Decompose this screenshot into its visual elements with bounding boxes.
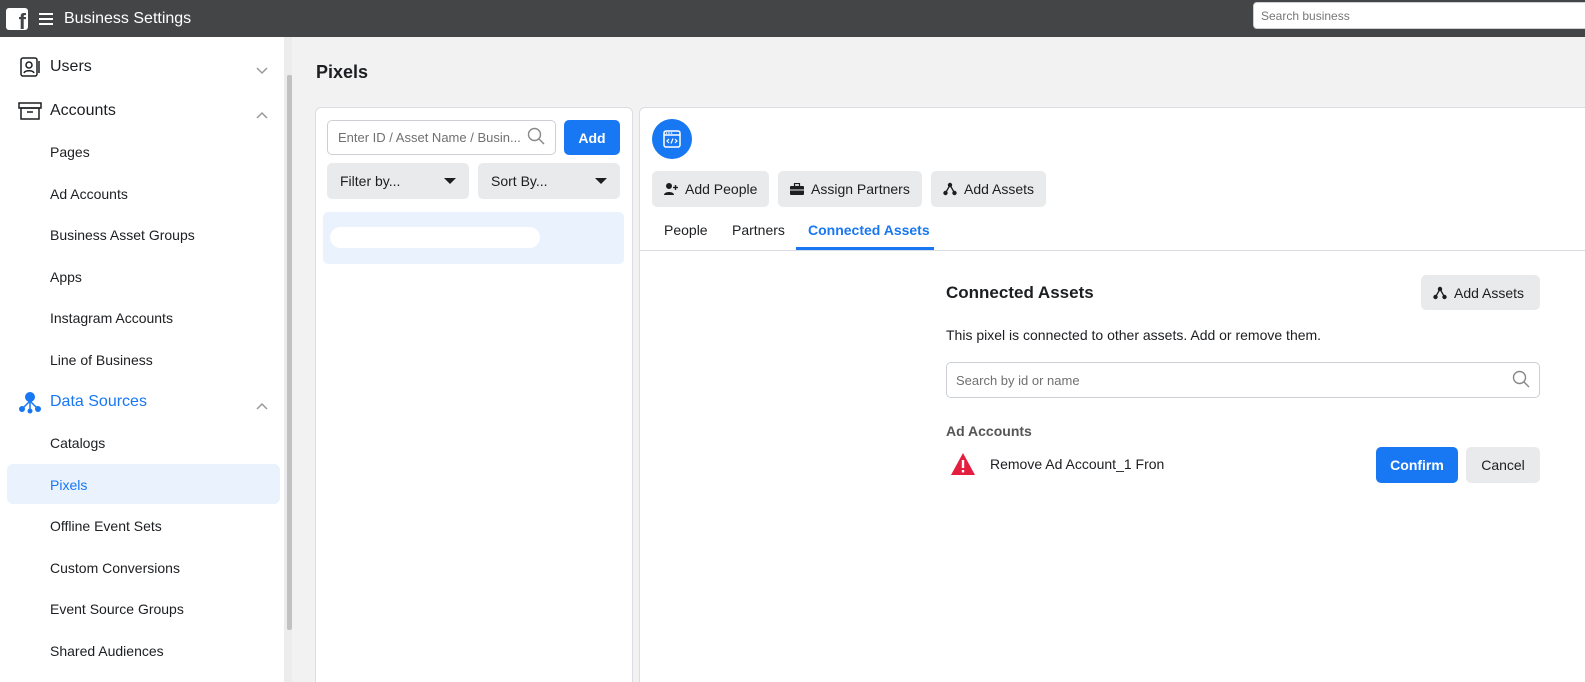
confirm-button[interactable]: Confirm bbox=[1376, 447, 1458, 483]
connected-assets-title: Connected Assets bbox=[946, 283, 1094, 302]
assets-network-icon bbox=[1433, 286, 1447, 300]
archive-box-icon bbox=[18, 99, 42, 123]
sort-dropdown[interactable]: Sort By... bbox=[478, 163, 620, 199]
sort-dropdown-label: Sort By... bbox=[491, 173, 548, 189]
sidebar-item-custom-conversions[interactable]: Custom Conversions bbox=[50, 560, 180, 576]
add-people-label: Add People bbox=[685, 181, 758, 197]
sidebar-item-ad-accounts[interactable]: Ad Accounts bbox=[50, 186, 128, 202]
asset-search-input[interactable]: Enter ID / Asset Name / Busin... bbox=[327, 120, 556, 155]
sidebar-item-catalogs[interactable]: Catalogs bbox=[50, 435, 105, 451]
facebook-logo-icon[interactable]: f bbox=[6, 7, 28, 30]
tab-partners[interactable]: Partners bbox=[732, 222, 785, 238]
sidebar-scrollbar-thumb[interactable] bbox=[287, 75, 292, 630]
business-search-placeholder: Search business bbox=[1261, 8, 1350, 23]
tab-people[interactable]: People bbox=[664, 222, 708, 238]
chevron-up-icon bbox=[256, 397, 268, 410]
sidebar-item-business-asset-groups[interactable]: Business Asset Groups bbox=[50, 227, 195, 243]
assign-partners-label: Assign Partners bbox=[811, 181, 910, 197]
briefcase-icon bbox=[790, 182, 804, 196]
assign-partners-button[interactable]: Assign Partners bbox=[778, 171, 922, 207]
filter-dropdown[interactable]: Filter by... bbox=[327, 163, 469, 199]
tab-connected-assets[interactable]: Connected Assets bbox=[808, 222, 930, 238]
sidebar-item-apps[interactable]: Apps bbox=[50, 269, 82, 285]
connected-assets-search-placeholder: Search by id or name bbox=[956, 372, 1080, 388]
sidebar-item-line-of-business[interactable]: Line of Business bbox=[50, 352, 153, 368]
sidebar-item-event-source-groups[interactable]: Event Source Groups bbox=[50, 601, 184, 617]
sidebar-item-shared-audiences[interactable]: Shared Audiences bbox=[50, 643, 164, 659]
sidebar-section-users-label: Users bbox=[50, 58, 92, 75]
sidebar-section-accounts[interactable]: Accounts bbox=[18, 99, 268, 123]
sidebar-section-accounts-label: Accounts bbox=[50, 102, 116, 119]
add-assets-label: Add Assets bbox=[964, 181, 1035, 197]
add-person-icon bbox=[664, 182, 678, 196]
users-icon bbox=[18, 55, 42, 79]
add-assets-button[interactable]: Add Assets bbox=[931, 171, 1047, 207]
add-people-button[interactable]: Add People bbox=[652, 171, 770, 207]
pixel-name-placeholder bbox=[330, 227, 540, 248]
page-title: Pixels bbox=[316, 62, 369, 82]
connected-assets-search-input[interactable]: Search by id or name bbox=[946, 362, 1540, 398]
search-icon bbox=[527, 127, 545, 148]
connected-assets-add-button[interactable]: Add Assets bbox=[1421, 275, 1540, 310]
chevron-up-icon bbox=[256, 106, 268, 119]
logo-letter: f bbox=[18, 8, 26, 30]
sidebar-item-instagram-accounts[interactable]: Instagram Accounts bbox=[50, 310, 173, 326]
data-sources-icon bbox=[18, 390, 42, 414]
sidebar-item-pages[interactable]: Pages bbox=[50, 144, 90, 160]
hamburger-menu-icon[interactable] bbox=[39, 12, 53, 25]
ad-accounts-section-title: Ad Accounts bbox=[946, 423, 1032, 439]
app-title: Business Settings bbox=[64, 9, 192, 27]
sidebar-item-pixels[interactable]: Pixels bbox=[50, 477, 87, 493]
sidebar-section-data-sources-label: Data Sources bbox=[50, 393, 147, 410]
asset-search-placeholder: Enter ID / Asset Name / Busin... bbox=[338, 130, 521, 145]
pixel-code-icon bbox=[652, 119, 692, 159]
remove-warning-text: Remove Ad Account_1 Fron bbox=[990, 456, 1165, 472]
search-icon bbox=[1512, 370, 1530, 391]
sidebar-item-offline-event-sets[interactable]: Offline Event Sets bbox=[50, 518, 162, 534]
filter-dropdown-label: Filter by... bbox=[340, 173, 401, 189]
connected-assets-add-label: Add Assets bbox=[1454, 284, 1525, 301]
sidebar-selected-highlight bbox=[7, 464, 280, 504]
sidebar-section-users[interactable]: Users bbox=[18, 55, 268, 79]
warning-icon bbox=[950, 452, 976, 476]
assets-network-icon bbox=[943, 182, 957, 196]
tab-divider bbox=[640, 250, 1585, 251]
connected-assets-description: This pixel is connected to other assets.… bbox=[946, 327, 1322, 343]
caret-down-icon bbox=[595, 178, 607, 184]
sidebar-section-data-sources[interactable]: Data Sources bbox=[18, 390, 268, 414]
caret-down-icon bbox=[444, 178, 456, 184]
add-pixel-button[interactable]: Add bbox=[564, 120, 620, 155]
cancel-button[interactable]: Cancel bbox=[1466, 447, 1540, 483]
business-search-input[interactable]: Search business bbox=[1253, 2, 1585, 29]
chevron-down-icon bbox=[256, 62, 268, 75]
